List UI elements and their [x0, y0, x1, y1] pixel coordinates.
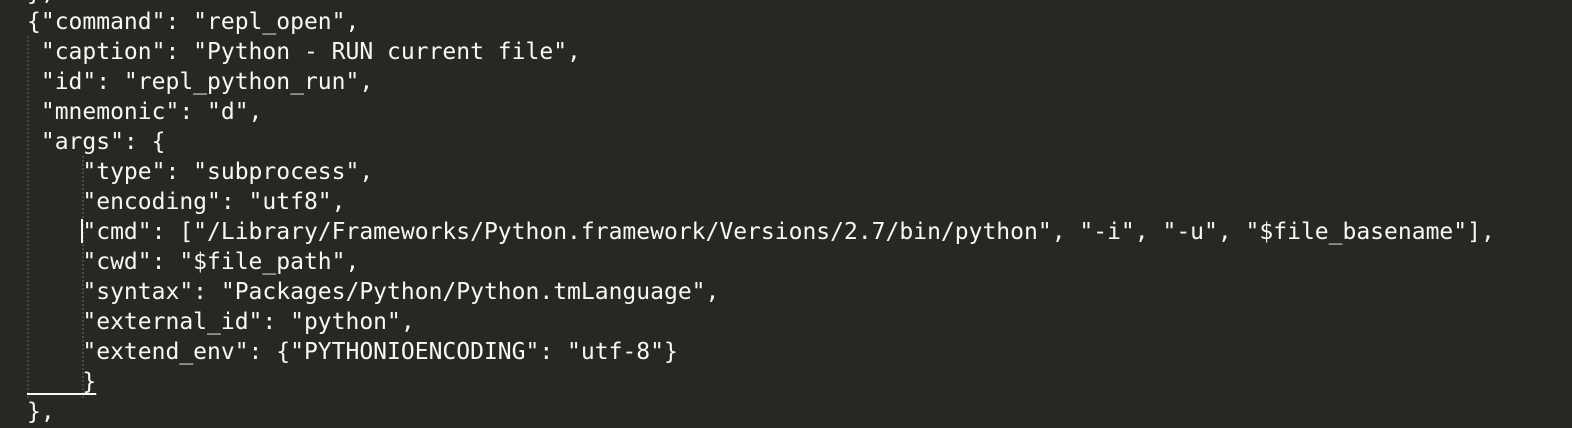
code-line-2[interactable]: "caption": "Python - RUN current file", [27, 37, 581, 67]
text-caret [81, 219, 83, 243]
code-line-4[interactable]: "mnemonic": "d", [27, 97, 263, 127]
code-line-8[interactable]: "cmd": ["/Library/Frameworks/Python.fram… [27, 217, 1494, 247]
code-line-1[interactable]: {"command": "repl_open", [27, 7, 359, 37]
code-line-12[interactable]: "extend_env": {"PYTHONIOENCODING": "utf-… [27, 337, 677, 367]
code-line-3[interactable]: "id": "repl_python_run", [27, 67, 373, 97]
code-editor[interactable]: }, {"command": "repl_open", "caption": "… [0, 0, 1572, 428]
code-line-13[interactable]: } [27, 367, 96, 397]
code-line-9[interactable]: "cwd": "$file_path", [27, 247, 359, 277]
code-line-10[interactable]: "syntax": "Packages/Python/Python.tmLang… [27, 277, 719, 307]
code-line-7[interactable]: "encoding": "utf8", [27, 187, 345, 217]
code-line-5[interactable]: "args": { [27, 127, 166, 157]
code-line-11[interactable]: "external_id": "python", [27, 307, 414, 337]
code-line-14[interactable]: }, [27, 397, 55, 427]
code-line-6[interactable]: "type": "subprocess", [27, 157, 373, 187]
